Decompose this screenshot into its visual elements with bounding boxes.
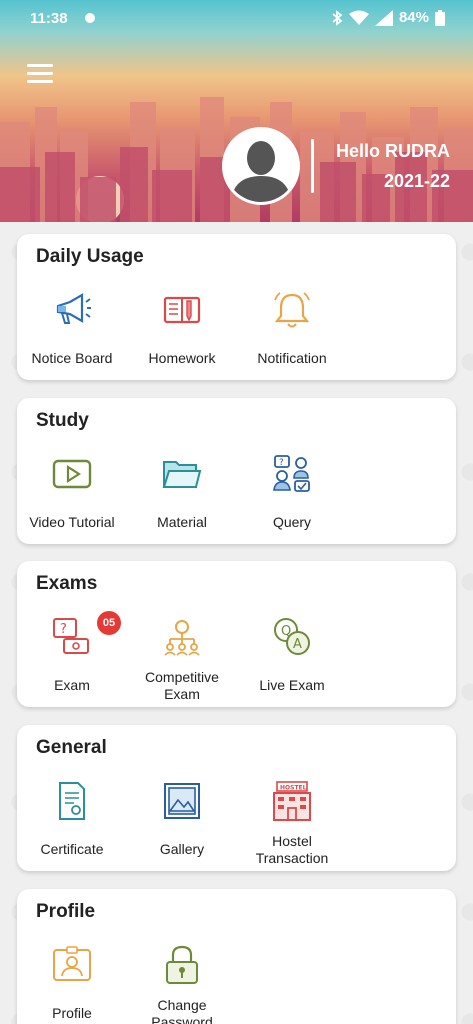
material-button[interactable]: Material	[127, 450, 237, 555]
competitive-network-icon	[164, 620, 200, 656]
item-label: Notice Board	[31, 350, 113, 366]
notification-button[interactable]: Notification	[237, 286, 347, 391]
session-year: 2021-22	[383, 171, 450, 191]
book-icon	[163, 296, 201, 324]
svg-text:?: ?	[60, 622, 67, 637]
change-password-button[interactable]: Change Password	[127, 941, 237, 1024]
query-people-icon: ?	[273, 455, 310, 492]
bluetooth-icon	[332, 9, 343, 26]
megaphone-icon	[56, 293, 91, 324]
item-label: Video Tutorial	[29, 514, 115, 530]
profile-header: 11:38 84% Hello RUDRA 2021-22	[0, 0, 473, 222]
folder-icon	[162, 461, 202, 488]
section-general: General Certificate Gallery HOSTEL Hoste…	[17, 725, 456, 871]
image-frame-icon	[164, 783, 200, 819]
exam-question-icon: ?	[53, 618, 89, 654]
item-label: Change Password	[151, 997, 213, 1024]
video-play-icon	[52, 459, 92, 489]
certificate-button[interactable]: Certificate	[17, 777, 127, 882]
notice-board-button[interactable]: Notice Board	[17, 286, 127, 391]
query-button[interactable]: ? Query	[237, 450, 347, 555]
header-divider	[311, 139, 314, 193]
exam-button[interactable]: ? 05 Exam	[17, 611, 127, 718]
status-time: 11:38	[30, 10, 68, 27]
item-label: Certificate	[40, 841, 104, 857]
wifi-icon	[348, 10, 369, 25]
section-title: Exams	[36, 573, 98, 594]
qa-bubbles-icon: Q A	[274, 618, 310, 655]
homework-button[interactable]: Homework	[127, 286, 237, 391]
exam-count-badge: 05	[97, 611, 121, 635]
section-study: Study Video Tutorial Material ? Query	[17, 398, 456, 544]
section-exams: Exams ? 05 Exam Competitive Exam Q A Liv…	[17, 561, 456, 707]
competitive-exam-button[interactable]: Competitive Exam	[127, 613, 237, 718]
item-label: Material	[157, 514, 207, 530]
hostel-building-icon: HOSTEL	[273, 781, 311, 821]
greeting-text: Hello RUDRA	[335, 141, 450, 161]
video-tutorial-button[interactable]: Video Tutorial	[17, 450, 127, 555]
svg-text:A: A	[293, 637, 302, 652]
item-label: Notification	[257, 350, 327, 366]
item-label: Live Exam	[259, 677, 325, 693]
padlock-icon	[166, 945, 198, 984]
hostel-sign-text: HOSTEL	[280, 785, 307, 792]
hostel-transaction-button[interactable]: HOSTEL Hostel Transaction	[237, 777, 347, 882]
section-title: General	[36, 737, 107, 758]
gallery-button[interactable]: Gallery	[127, 777, 237, 882]
live-exam-button[interactable]: Q A Live Exam	[237, 613, 347, 718]
profile-button[interactable]: Profile	[17, 941, 127, 1024]
battery-percent: 84%	[398, 9, 429, 26]
hamburger-menu-icon[interactable]	[27, 64, 53, 86]
bell-icon	[274, 292, 310, 328]
item-label: Hostel Transaction	[255, 833, 329, 866]
section-title: Daily Usage	[36, 246, 144, 267]
battery-icon	[435, 9, 445, 26]
section-title: Profile	[36, 901, 96, 922]
section-daily-usage: Daily Usage Notice Board Homework Notifi…	[17, 234, 456, 380]
status-bar: 11:38 84%	[0, 0, 473, 40]
avatar[interactable]	[222, 127, 300, 205]
section-title: Study	[36, 410, 89, 431]
id-card-icon	[53, 946, 91, 981]
item-label: Gallery	[159, 841, 205, 857]
section-profile: Profile Profile Change Password	[17, 889, 456, 1024]
item-label: Competitive Exam	[145, 669, 219, 702]
svg-text:?: ?	[279, 458, 284, 468]
certificate-icon	[59, 782, 85, 820]
item-label: Exam	[54, 677, 90, 693]
user-silhouette-icon	[225, 130, 297, 202]
item-label: Profile	[52, 1005, 92, 1021]
item-label: Homework	[148, 350, 216, 366]
item-label: Query	[272, 514, 312, 530]
app-notification-icon	[85, 13, 95, 23]
signal-icon	[374, 9, 393, 26]
